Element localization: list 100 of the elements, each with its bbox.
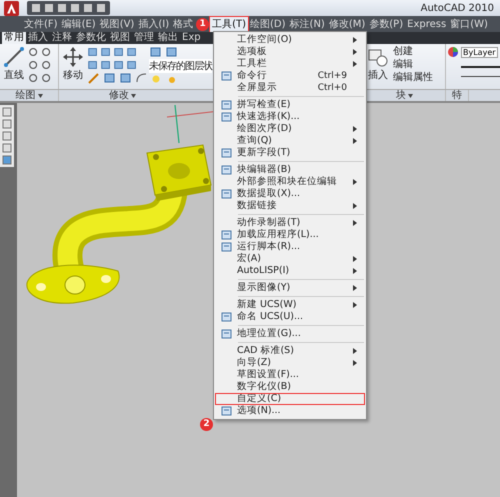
- menu-item[interactable]: 动作录制器(T): [215, 217, 365, 229]
- window-title: AutoCAD 2010: [420, 2, 494, 14]
- tool-icon[interactable]: [126, 59, 138, 71]
- document-icon: [220, 189, 232, 199]
- menu-bar-item[interactable]: 参数(P): [367, 16, 406, 32]
- menu-bar-item[interactable]: 窗口(W): [448, 16, 490, 32]
- menu-bar-item[interactable]: 标注(N): [288, 16, 327, 32]
- menu-item[interactable]: 绘图次序(D): [215, 123, 365, 135]
- menu-item[interactable]: 选项板: [215, 46, 365, 58]
- tool-icon[interactable]: [100, 46, 112, 58]
- menu-item[interactable]: 加载应用程序(L)...: [215, 229, 365, 241]
- tool-icon[interactable]: [41, 46, 53, 58]
- menu-item[interactable]: 数据提取(X)...: [215, 188, 365, 200]
- ribbon-tab[interactable]: 视图: [108, 32, 132, 44]
- move-icon: [62, 46, 84, 68]
- tool-icon[interactable]: [28, 46, 40, 58]
- ribbon-tab[interactable]: 插入: [26, 32, 50, 44]
- tool-icon[interactable]: [149, 46, 163, 58]
- menu-item[interactable]: 工具栏: [215, 58, 365, 70]
- tool-icon[interactable]: [87, 59, 99, 71]
- ribbon-tab[interactable]: 注释: [50, 32, 74, 44]
- layer-state-dropdown[interactable]: 未保存的图层状: [149, 59, 212, 73]
- line-icon: [3, 46, 25, 68]
- menu-item[interactable]: 显示图像(Y): [215, 282, 365, 294]
- menu-bar-item[interactable]: 格式: [171, 16, 196, 32]
- menu-bar-item[interactable]: 编辑(E): [60, 16, 98, 32]
- tool-icon[interactable]: [135, 72, 149, 84]
- menu-item[interactable]: 向导(Z): [215, 357, 365, 369]
- submenu-arrow-icon: [353, 220, 357, 226]
- menu-bar-item[interactable]: 绘图(D): [248, 16, 288, 32]
- menu-item[interactable]: 全屏显示 Ctrl+0: [215, 82, 365, 94]
- document-icon: [220, 100, 232, 110]
- document-icon: [220, 112, 232, 122]
- menu-item[interactable]: 宏(A): [215, 253, 365, 265]
- submenu-arrow-icon: [353, 302, 357, 308]
- caret-icon[interactable]: [131, 94, 136, 98]
- menu-item[interactable]: 命令行 Ctrl+9: [215, 70, 365, 82]
- menu-item[interactable]: 草图设置(F)...: [215, 369, 365, 381]
- menu-item[interactable]: 外部参照和块在位编辑: [215, 176, 365, 188]
- menu-item[interactable]: 命名 UCS(U)...: [215, 311, 365, 323]
- color-dropdown[interactable]: ByLayer: [461, 46, 498, 58]
- block-tool-button[interactable]: 编辑属性: [390, 72, 433, 84]
- menu-item[interactable]: 工作空间(O): [215, 34, 365, 46]
- document-icon: [220, 165, 232, 175]
- tool-icon[interactable]: [113, 59, 125, 71]
- tool-icon[interactable]: [103, 72, 117, 84]
- menu-item[interactable]: 地理位置(G)...: [215, 328, 365, 340]
- menu-item[interactable]: 块编辑器(B): [215, 164, 365, 176]
- caret-icon[interactable]: [38, 94, 42, 98]
- ribbon-tab[interactable]: 输出: [156, 32, 180, 44]
- menu-bar-item[interactable]: 工具(T): [210, 16, 248, 32]
- tool-icon[interactable]: [126, 46, 138, 58]
- document-icon: [220, 71, 232, 81]
- menu-bar-item[interactable]: 修改(M): [326, 16, 368, 32]
- tool-icon[interactable]: [41, 72, 53, 84]
- ribbon-tab[interactable]: 管理: [132, 32, 156, 44]
- app-logo-icon[interactable]: [4, 0, 19, 16]
- menu-item[interactable]: 新建 UCS(W): [215, 299, 365, 311]
- panel-label[interactable]: 修改: [109, 90, 129, 101]
- menu-item[interactable]: 拼写检查(E): [215, 99, 365, 111]
- menu-item[interactable]: 运行脚本(R)...: [215, 241, 365, 253]
- menu-item[interactable]: 数据链接: [215, 200, 365, 212]
- tool-icon[interactable]: [100, 59, 112, 71]
- document-icon: [220, 242, 232, 252]
- block-tool-button[interactable]: 编辑: [390, 59, 433, 71]
- document-icon: [220, 329, 232, 339]
- tool-icon[interactable]: [165, 46, 179, 58]
- step-badge: 1: [196, 18, 210, 30]
- menu-bar-item[interactable]: 文件(F): [22, 16, 60, 32]
- submenu-arrow-icon: [353, 285, 357, 291]
- tool-icon[interactable]: [28, 72, 40, 84]
- tool-icon[interactable]: [87, 46, 99, 58]
- menu-item[interactable]: AutoLISP(I): [215, 265, 365, 277]
- menu-item[interactable]: 更新字段(T): [215, 147, 365, 159]
- ribbon-tab[interactable]: 参数化: [74, 32, 108, 44]
- menu-bar-item[interactable]: Express: [405, 16, 448, 32]
- ribbon-tab[interactable]: 常用: [2, 32, 26, 44]
- tool-icon[interactable]: [113, 46, 125, 58]
- caret-icon[interactable]: [408, 94, 413, 98]
- pencil-icon[interactable]: [87, 72, 101, 84]
- menu-item[interactable]: 查询(Q): [215, 135, 365, 147]
- color-wheel-icon[interactable]: [447, 46, 459, 58]
- menu-bar-item[interactable]: 插入(I): [136, 16, 172, 32]
- menu-item[interactable]: CAD 标准(S): [215, 345, 365, 357]
- block-tool-button[interactable]: 创建: [390, 46, 433, 58]
- line-tool-button[interactable]: 直线: [3, 46, 25, 82]
- tool-icon[interactable]: [28, 59, 40, 71]
- tool-icon[interactable]: [119, 72, 133, 84]
- menu-item[interactable]: 选项(N)...: [215, 405, 365, 417]
- panel-label[interactable]: 块: [396, 90, 406, 101]
- menu-item[interactable]: 快速选择(K)...: [215, 111, 365, 123]
- menu-bar-item[interactable]: 视图(V): [98, 16, 136, 32]
- move-tool-button[interactable]: 移动: [62, 46, 84, 82]
- ribbon-tab[interactable]: Exp: [180, 32, 203, 44]
- panel-label[interactable]: 绘图: [16, 90, 36, 101]
- menu-item[interactable]: 数字化仪(B): [215, 381, 365, 393]
- insert-block-button[interactable]: 插入: [367, 46, 389, 82]
- panel-label[interactable]: 特: [446, 90, 469, 101]
- tool-icon[interactable]: [41, 59, 53, 71]
- submenu-arrow-icon: [353, 179, 357, 185]
